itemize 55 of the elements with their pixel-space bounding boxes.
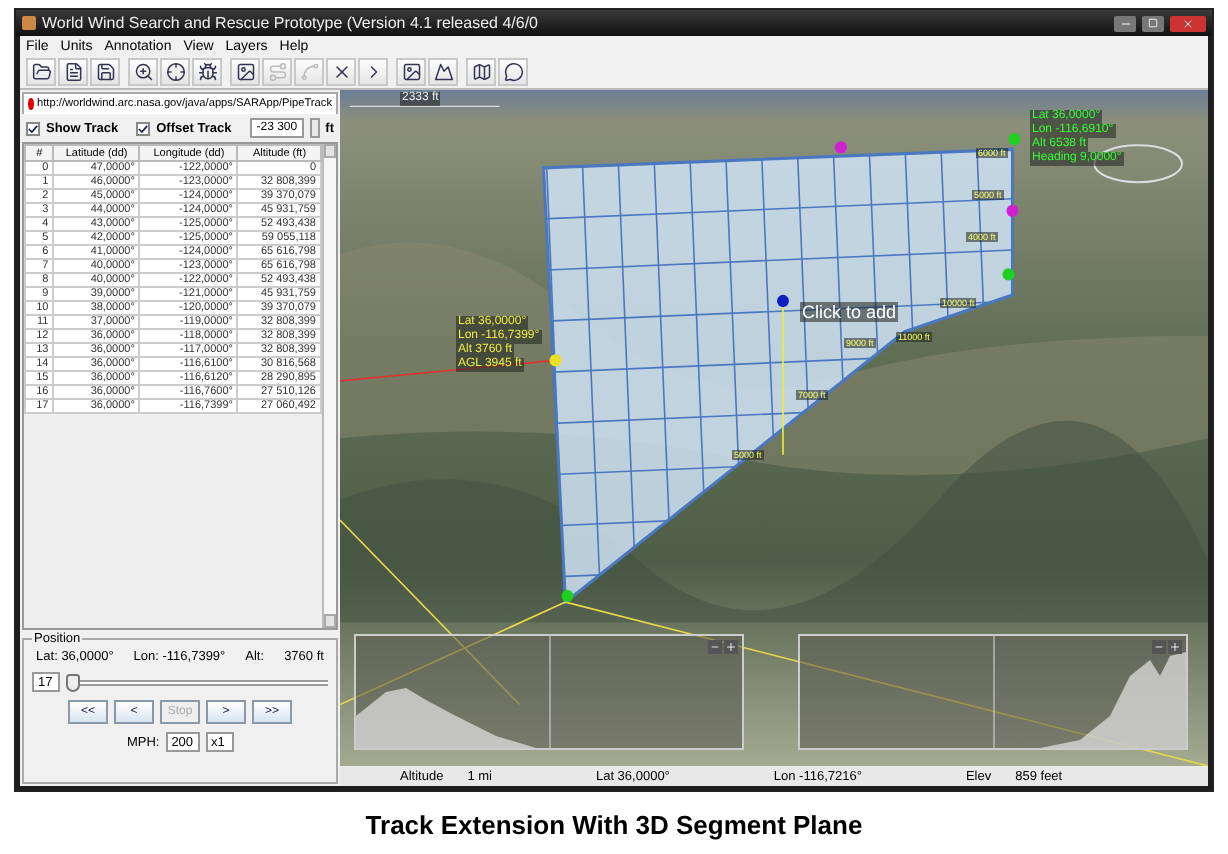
toolbar-button[interactable] xyxy=(358,58,388,86)
toolbar-button[interactable] xyxy=(90,58,120,86)
checkmark-icon xyxy=(138,123,149,133)
zoom-out-button[interactable] xyxy=(708,640,722,654)
bug-icon xyxy=(197,62,217,82)
save-icon xyxy=(95,62,115,82)
minimize-button[interactable] xyxy=(1114,15,1136,31)
track-point-marker[interactable] xyxy=(561,589,574,603)
cross-icon xyxy=(331,62,351,82)
track-point-marker[interactable] xyxy=(1006,204,1019,217)
toolbar-button[interactable] xyxy=(160,58,190,86)
toolbar-button[interactable] xyxy=(192,58,222,86)
window-title: World Wind Search and Rescue Prototype (Version 4.1 released 4/6/0 xyxy=(42,14,540,32)
document-icon xyxy=(63,62,83,82)
checkbox[interactable] xyxy=(26,121,40,135)
track-point-marker[interactable] xyxy=(834,141,847,154)
caption: Track Extension With 3D Segment Plane xyxy=(365,810,863,840)
app-icon xyxy=(22,16,36,30)
close-icon xyxy=(1182,17,1194,29)
toolbar-button[interactable] xyxy=(396,58,426,86)
speech-bubble-icon xyxy=(503,62,523,82)
toolbar-button[interactable] xyxy=(26,58,56,86)
toolbar-button[interactable] xyxy=(58,58,88,86)
toolbar-button[interactable] xyxy=(230,58,260,86)
track-point-marker[interactable] xyxy=(1002,268,1015,281)
track-point-marker[interactable] xyxy=(549,354,562,367)
zoom-in-button[interactable] xyxy=(724,640,738,654)
scrollbar[interactable] xyxy=(322,144,336,628)
map-icon xyxy=(471,62,491,82)
toolbar-button[interactable] xyxy=(498,58,528,86)
route-icon xyxy=(267,62,287,82)
toolbar-button[interactable] xyxy=(466,58,496,86)
folder-icon xyxy=(31,62,51,82)
track-point-marker[interactable] xyxy=(777,294,789,308)
mountain-icon xyxy=(433,62,453,82)
checkmark-icon xyxy=(28,123,38,133)
checkbox[interactable] xyxy=(136,121,151,135)
close-button[interactable] xyxy=(1170,15,1206,31)
toolbar-button[interactable] xyxy=(128,58,158,86)
crosshair-icon xyxy=(165,62,185,82)
toolbar-button[interactable] xyxy=(326,58,356,86)
slider-thumb[interactable] xyxy=(66,673,80,691)
zoom-icon xyxy=(133,62,153,82)
maximize-button[interactable] xyxy=(1142,15,1164,31)
minimize-icon xyxy=(1119,17,1131,29)
terrain-map[interactable] xyxy=(340,90,1208,766)
toolbar-button[interactable] xyxy=(428,58,458,86)
zoom-in-button[interactable] xyxy=(1168,640,1182,654)
curve-icon xyxy=(299,62,319,82)
zoom-out-button[interactable] xyxy=(1152,640,1166,654)
track-point-marker[interactable] xyxy=(1008,133,1021,146)
hint-text: Click to add xyxy=(800,302,899,323)
image-icon xyxy=(235,62,255,82)
maximize-icon xyxy=(1148,18,1158,28)
image-icon xyxy=(401,62,421,82)
